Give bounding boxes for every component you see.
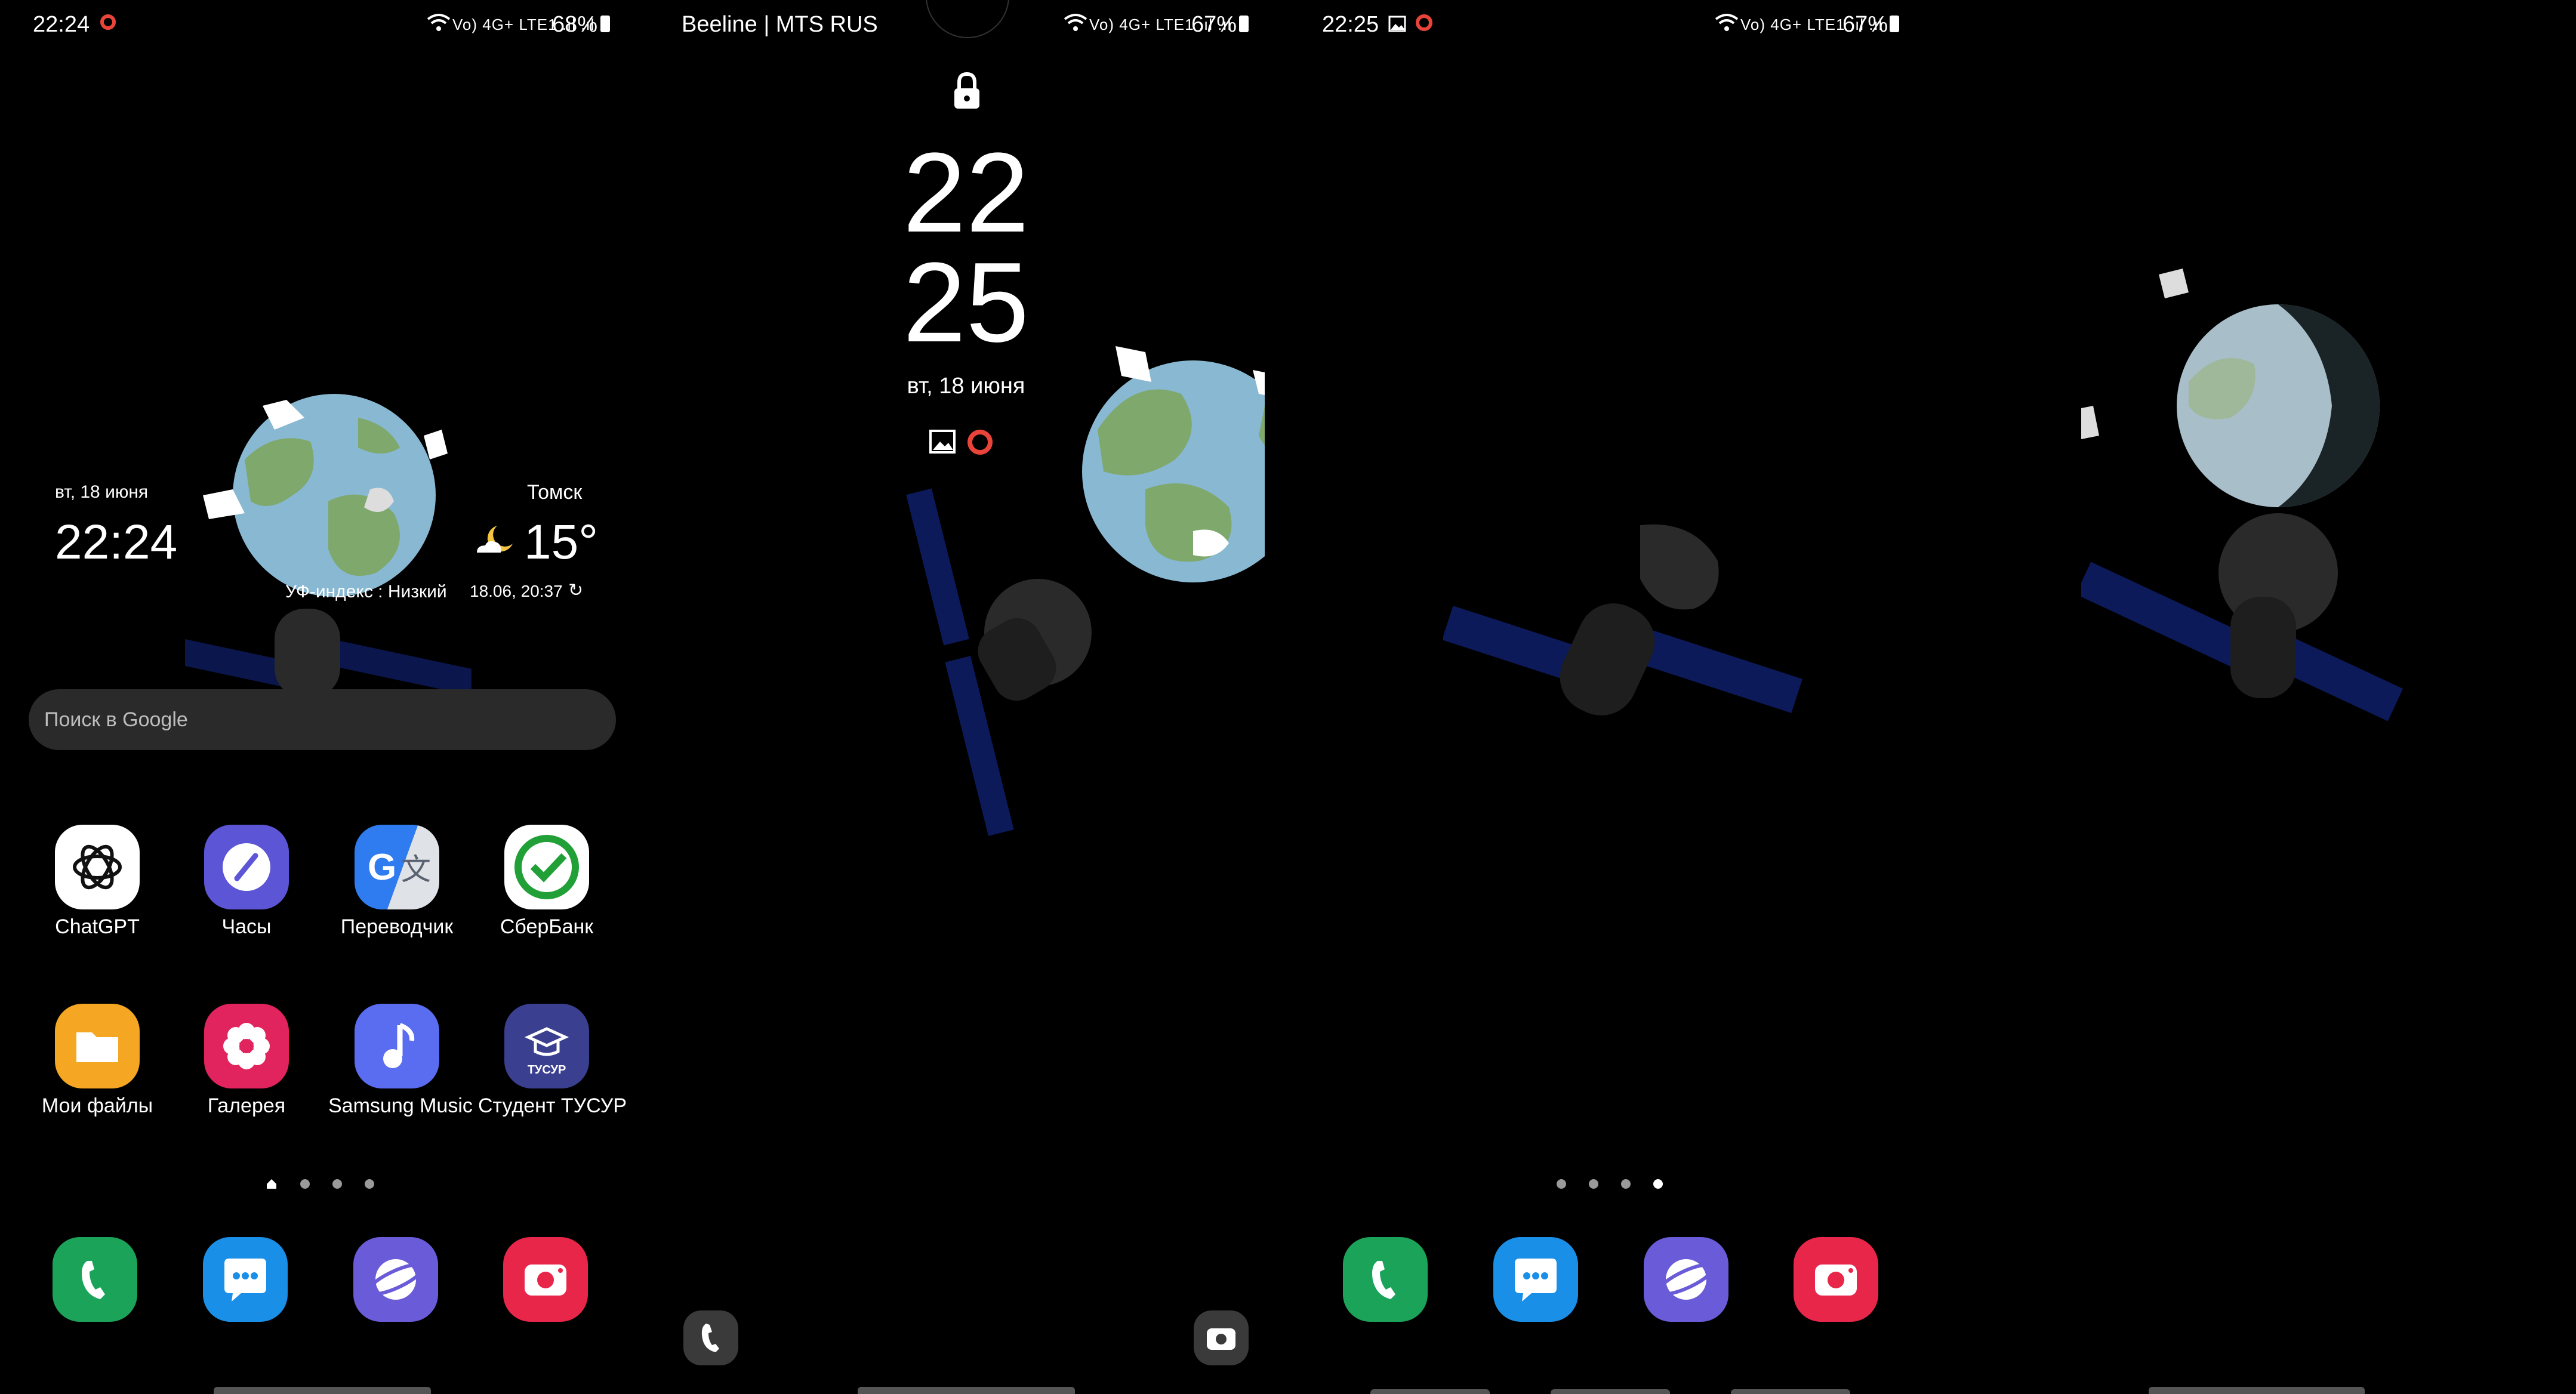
wifi-icon [1064, 13, 1087, 32]
page-dot[interactable] [1589, 1179, 1598, 1189]
google-search-bar[interactable]: Поиск в Google [29, 689, 616, 750]
refresh-icon[interactable]: ↻ [568, 580, 583, 601]
app-clock[interactable]: Часы [178, 825, 315, 939]
navigation-handle[interactable] [858, 1387, 1075, 1394]
app-label: Часы [221, 915, 272, 938]
app-label: Мои файлы [41, 1094, 153, 1117]
app-student-tusur[interactable]: ТУСУР Студент ТУСУР [478, 1004, 627, 1118]
messages-app-icon[interactable] [203, 1237, 288, 1322]
battery-icon [1239, 16, 1249, 32]
internet-browser-icon[interactable] [353, 1237, 438, 1322]
lock-clock-hour: 22 [902, 129, 1030, 256]
battery-percent: 67% [1191, 12, 1237, 37]
app-label: ChatGPT [55, 915, 140, 938]
music-note-icon [355, 1004, 439, 1088]
uv-index: УФ-индекс : Низкий [285, 582, 447, 602]
home-screen-2: 22:25 Vo) 4G+ LTE1 .ıl .ıl 67% [1288, 0, 1932, 1394]
lock-clock-minute: 25 [902, 239, 1030, 366]
recents-nav-line[interactable] [1370, 1389, 1490, 1394]
weather-temperature[interactable]: 15° [524, 514, 598, 570]
sberbank-icon [504, 825, 589, 909]
navigation-handle[interactable] [214, 1387, 431, 1394]
app-label: Галерея [207, 1094, 286, 1117]
planet-satellite-wallpaper [895, 334, 1265, 859]
phone-app-icon[interactable] [1343, 1237, 1428, 1322]
internet-browser-icon[interactable] [1644, 1237, 1728, 1322]
page-dot[interactable] [300, 1179, 310, 1189]
gallery-notification-icon[interactable] [929, 430, 956, 454]
lock-camera-shortcut-icon[interactable] [1194, 1310, 1249, 1365]
carrier-name: Beeline | MTS RUS [682, 12, 878, 37]
folder-icon [55, 1004, 140, 1088]
tusur-badge: ТУСУР [527, 1063, 566, 1077]
home-nav-line[interactable] [1551, 1389, 1670, 1394]
home-page-indicator-icon[interactable] [267, 1179, 276, 1189]
translate-icon: G文 [355, 825, 439, 909]
app-label: СберБанк [500, 915, 594, 938]
battery-percent: 68% [552, 12, 598, 37]
search-placeholder: Поиск в Google [44, 708, 188, 731]
status-time: 22:24 [33, 12, 90, 37]
weather-city: Томск [527, 481, 583, 504]
camera-app-icon[interactable] [503, 1237, 588, 1322]
app-translator[interactable]: G文 Переводчик [328, 825, 466, 939]
lock-icon[interactable] [952, 72, 982, 110]
svg-text:G: G [368, 847, 396, 888]
widget-date: вт, 18 июня [55, 482, 149, 502]
app-label: Samsung Music [328, 1094, 473, 1117]
app-label: Студент ТУСУР [478, 1094, 627, 1117]
camera-app-icon[interactable] [1794, 1237, 1878, 1322]
chatgpt-icon [55, 825, 140, 909]
app-samsung-music[interactable]: Samsung Music [328, 1004, 473, 1118]
lock-phone-shortcut-icon[interactable] [683, 1310, 738, 1365]
home-screen-1: 22:24 Vo) 4G+ LTE1 .ıl .ıl 68% вт, 18 ию… [0, 0, 644, 1394]
status-time: 22:25 [1322, 12, 1379, 37]
graduation-cap-icon: ТУСУР [504, 1004, 589, 1088]
planet-satellite-wallpaper [2081, 263, 2415, 770]
flower-icon [204, 1004, 289, 1088]
battery-icon [1890, 16, 1899, 32]
page-dot[interactable] [365, 1179, 374, 1189]
wifi-icon [1715, 13, 1739, 32]
widget-time[interactable]: 22:24 [55, 514, 177, 570]
weather-updated: 18.06, 20:37 [470, 582, 563, 600]
recording-indicator-icon [1416, 14, 1432, 31]
app-sberbank[interactable]: СберБанк [478, 825, 615, 939]
weather-night-cloud-icon [473, 523, 521, 559]
svg-text:文: 文 [401, 852, 431, 887]
page-dot[interactable] [1557, 1179, 1566, 1189]
planet-wallpaper-image [185, 394, 472, 704]
page-dot[interactable] [332, 1179, 342, 1189]
back-nav-line[interactable] [1731, 1389, 1850, 1394]
lock-date: вт, 18 июня [907, 374, 1025, 399]
navigation-handle[interactable] [2149, 1387, 2365, 1394]
clock-icon [204, 825, 289, 909]
phone-app-icon[interactable] [53, 1237, 137, 1322]
battery-icon [600, 16, 610, 32]
recording-notification-icon[interactable] [967, 430, 993, 455]
satellite-wallpaper-image [1443, 513, 1813, 740]
camera-cutout [926, 0, 1009, 38]
lock-screen: Beeline | MTS RUS Vo) 4G+ LTE1 .ıl .ıl 6… [644, 0, 1288, 1394]
app-gallery[interactable]: Галерея [178, 1004, 315, 1118]
app-chatgpt[interactable]: ChatGPT [29, 825, 166, 939]
app-my-files[interactable]: Мои файлы [29, 1004, 166, 1118]
battery-percent: 67% [1842, 12, 1888, 37]
page-dot[interactable] [1621, 1179, 1631, 1189]
gallery-status-icon [1388, 16, 1406, 32]
app-label: Переводчик [340, 915, 454, 938]
wifi-icon [427, 13, 451, 32]
messages-app-icon[interactable] [1493, 1237, 1578, 1322]
page-dot-active[interactable] [1653, 1179, 1663, 1189]
wallpaper-screen [1932, 0, 2576, 1394]
recording-indicator-icon [100, 14, 116, 30]
